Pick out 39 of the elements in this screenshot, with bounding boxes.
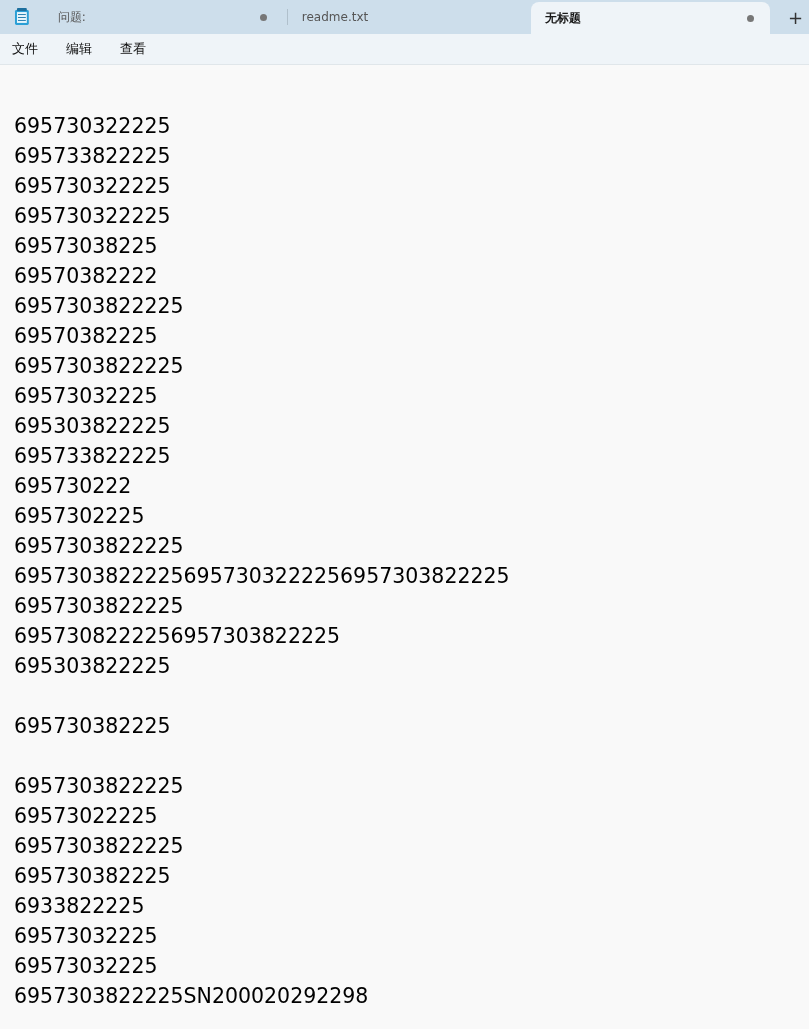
tab[interactable]: 无标题 (530, 2, 770, 34)
text-line: 69570382225 (14, 323, 159, 350)
tab[interactable]: 问题: (43, 0, 283, 34)
menu-item[interactable]: 查看 (120, 40, 146, 58)
text-line: 695733822225 (14, 443, 172, 470)
text-line: 695730322225 (14, 113, 172, 140)
text-line: 69573038222256957303222256957303822225 (14, 563, 511, 590)
text-line: 695730382225 (14, 863, 172, 890)
text-line: 69573032225 (14, 383, 159, 410)
text-line: 69573032225 (14, 923, 159, 950)
text-line: 695733822225 (14, 143, 172, 170)
text-line: 6933822225 (14, 893, 146, 920)
text-line: 695730322225 (14, 203, 172, 230)
new-tab-button[interactable]: + (781, 6, 809, 28)
menu-item[interactable]: 编辑 (66, 40, 92, 58)
text-line: 695730382225 (14, 713, 172, 740)
text-line: 6957302225 (14, 503, 146, 530)
text-line: 69573032225 (14, 953, 159, 980)
text-line: 6957303822225 (14, 773, 185, 800)
text-line: 6957303822225 (14, 833, 185, 860)
text-line: 6957308222256957303822225 (14, 623, 342, 650)
tab[interactable]: readme.txt (287, 0, 527, 34)
text-line: 6957303822225 (14, 293, 185, 320)
tab-title: 问题: (57, 8, 86, 26)
text-line: 695303822225 (14, 653, 172, 680)
notepad-icon (14, 8, 30, 26)
text-line: 695730222 (14, 473, 133, 500)
tab-title: 无标题 (544, 9, 581, 27)
menu-item[interactable]: 文件 (12, 40, 38, 58)
text-line: 69573022225 (14, 803, 159, 830)
tab-title: readme.txt (301, 10, 369, 24)
text-line: 6957303822225SN200020292298 (14, 983, 370, 1010)
text-line: 6957303822225 (14, 593, 185, 620)
text-line: 69570382222 (14, 263, 159, 290)
text-line: 695303822225 (14, 413, 172, 440)
text-line: 69573038225 (14, 233, 159, 260)
text-line: 695730322225 (14, 173, 172, 200)
text-line: 6957303822225 (14, 533, 185, 560)
text-line: 6957303822225 (14, 353, 185, 380)
